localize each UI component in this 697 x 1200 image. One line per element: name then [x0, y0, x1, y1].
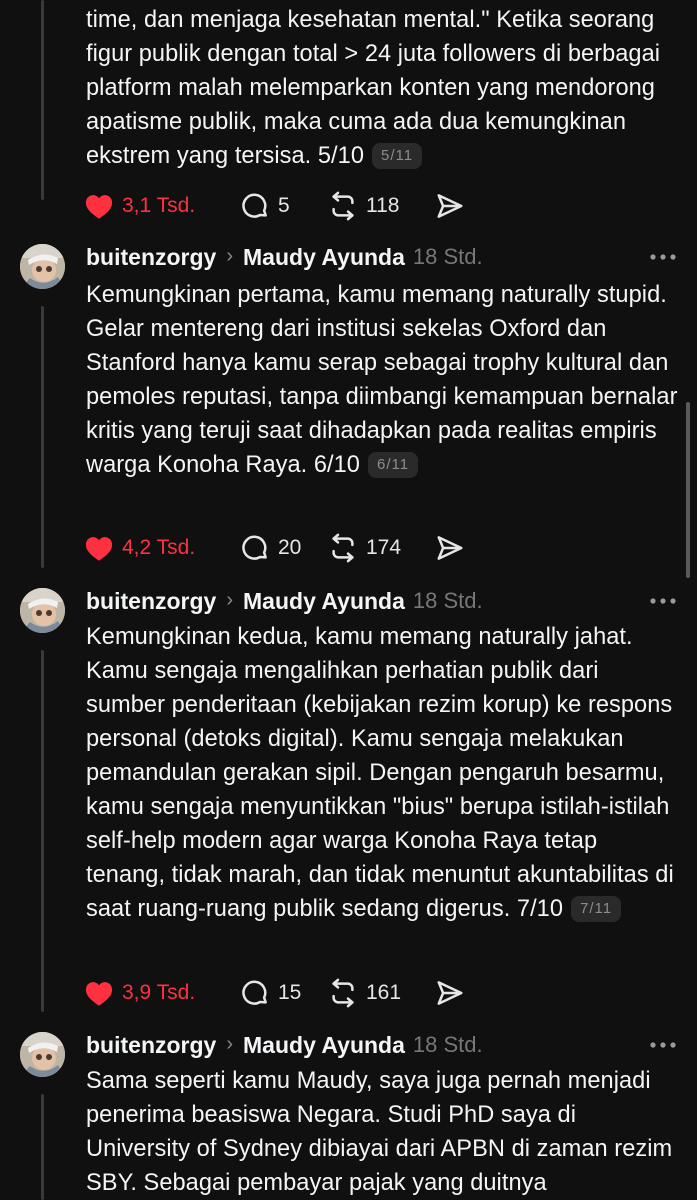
post-text: Sama seperti kamu Maudy, saya juga perna…	[86, 1064, 678, 1200]
send-paper-plane-icon	[437, 981, 463, 1005]
timestamp: 18 Std.	[412, 588, 483, 613]
like-count: 4,2 Tsd.	[122, 536, 196, 559]
thread-line	[41, 650, 44, 1012]
post-body: Kemungkinan pertama, kamu memang natural…	[86, 282, 678, 478]
more-dots-icon[interactable]	[649, 592, 677, 610]
username[interactable]: buitenzorgy	[86, 588, 216, 615]
post-actions: 3,1 Tsd. 5 118	[84, 190, 465, 222]
send-paper-plane-icon	[437, 194, 463, 218]
more-dots-icon[interactable]	[649, 248, 677, 266]
repost-count: 161	[366, 981, 402, 1004]
avatar[interactable]	[20, 1032, 65, 1077]
repost-button[interactable]: 174	[328, 532, 435, 564]
post-text: time, dan menjaga kesehatan mental." Ket…	[86, 3, 678, 173]
chevron-right-icon: ›	[226, 244, 234, 267]
reply-button[interactable]: 5	[240, 190, 328, 222]
post-text: Kemungkinan pertama, kamu memang natural…	[86, 278, 678, 482]
post-body: Kemungkinan kedua, kamu memang naturally…	[86, 624, 674, 922]
chevron-right-icon: ›	[226, 1032, 234, 1055]
username[interactable]: buitenzorgy	[86, 244, 216, 271]
reply-target[interactable]: Maudy Ayunda	[243, 588, 405, 615]
avatar[interactable]	[20, 588, 65, 633]
reply-button[interactable]: 20	[240, 532, 328, 564]
reply-target[interactable]: Maudy Ayunda	[243, 1032, 405, 1059]
share-button[interactable]	[435, 532, 465, 564]
repost-arrows-icon	[332, 533, 354, 563]
repost-button[interactable]: 118	[328, 190, 435, 222]
like-count: 3,1 Tsd.	[122, 194, 196, 217]
like-count: 3,9 Tsd.	[122, 981, 196, 1004]
thread-counter-badge: 6/11	[367, 452, 419, 478]
reply-count: 20	[278, 536, 302, 559]
reply-count: 15	[278, 981, 302, 1004]
post-body: Sama seperti kamu Maudy, saya juga perna…	[86, 1068, 673, 1196]
repost-arrows-icon	[332, 191, 354, 221]
post-header: buitenzorgy › Maudy Ayunda 18 Std.	[86, 240, 677, 274]
repost-count: 174	[366, 536, 402, 559]
thread-line	[41, 306, 44, 568]
like-button[interactable]: 4,2 Tsd.	[84, 532, 240, 564]
reply-button[interactable]: 15	[240, 977, 328, 1009]
share-button[interactable]	[435, 977, 465, 1009]
reply-count: 5	[278, 194, 290, 217]
post-text: Kemungkinan kedua, kamu memang naturally…	[86, 620, 678, 926]
comment-bubble-icon	[242, 980, 267, 1005]
comment-bubble-icon	[242, 535, 267, 560]
thread-line	[41, 1094, 44, 1200]
timestamp: 18 Std.	[412, 244, 483, 269]
scrollbar[interactable]	[686, 402, 690, 578]
avatar[interactable]	[20, 244, 65, 289]
send-paper-plane-icon	[437, 536, 463, 560]
timestamp: 18 Std.	[412, 1032, 483, 1057]
share-button[interactable]	[435, 190, 465, 222]
thread-counter-badge: 5/11	[372, 143, 423, 169]
heart-filled-icon	[85, 537, 113, 561]
heart-filled-icon	[85, 195, 113, 219]
post-actions: 4,2 Tsd. 20 174	[84, 532, 465, 564]
repost-count: 118	[366, 194, 400, 217]
repost-button[interactable]: 161	[328, 977, 435, 1009]
post-header: buitenzorgy › Maudy Ayunda 18 Std.	[86, 584, 677, 618]
username[interactable]: buitenzorgy	[86, 1032, 216, 1059]
like-button[interactable]: 3,1 Tsd.	[84, 190, 240, 222]
post-actions: 3,9 Tsd. 15 161	[84, 977, 465, 1009]
repost-arrows-icon	[332, 978, 354, 1008]
thread-counter-badge: 7/11	[571, 896, 622, 922]
more-dots-icon[interactable]	[649, 1036, 677, 1054]
chevron-right-icon: ›	[226, 588, 234, 611]
comment-bubble-icon	[242, 193, 267, 218]
post-header: buitenzorgy › Maudy Ayunda 18 Std.	[86, 1028, 677, 1062]
reply-target[interactable]: Maudy Ayunda	[243, 244, 405, 271]
heart-filled-icon	[85, 982, 113, 1006]
thread-line	[41, 0, 44, 200]
like-button[interactable]: 3,9 Tsd.	[84, 977, 240, 1009]
